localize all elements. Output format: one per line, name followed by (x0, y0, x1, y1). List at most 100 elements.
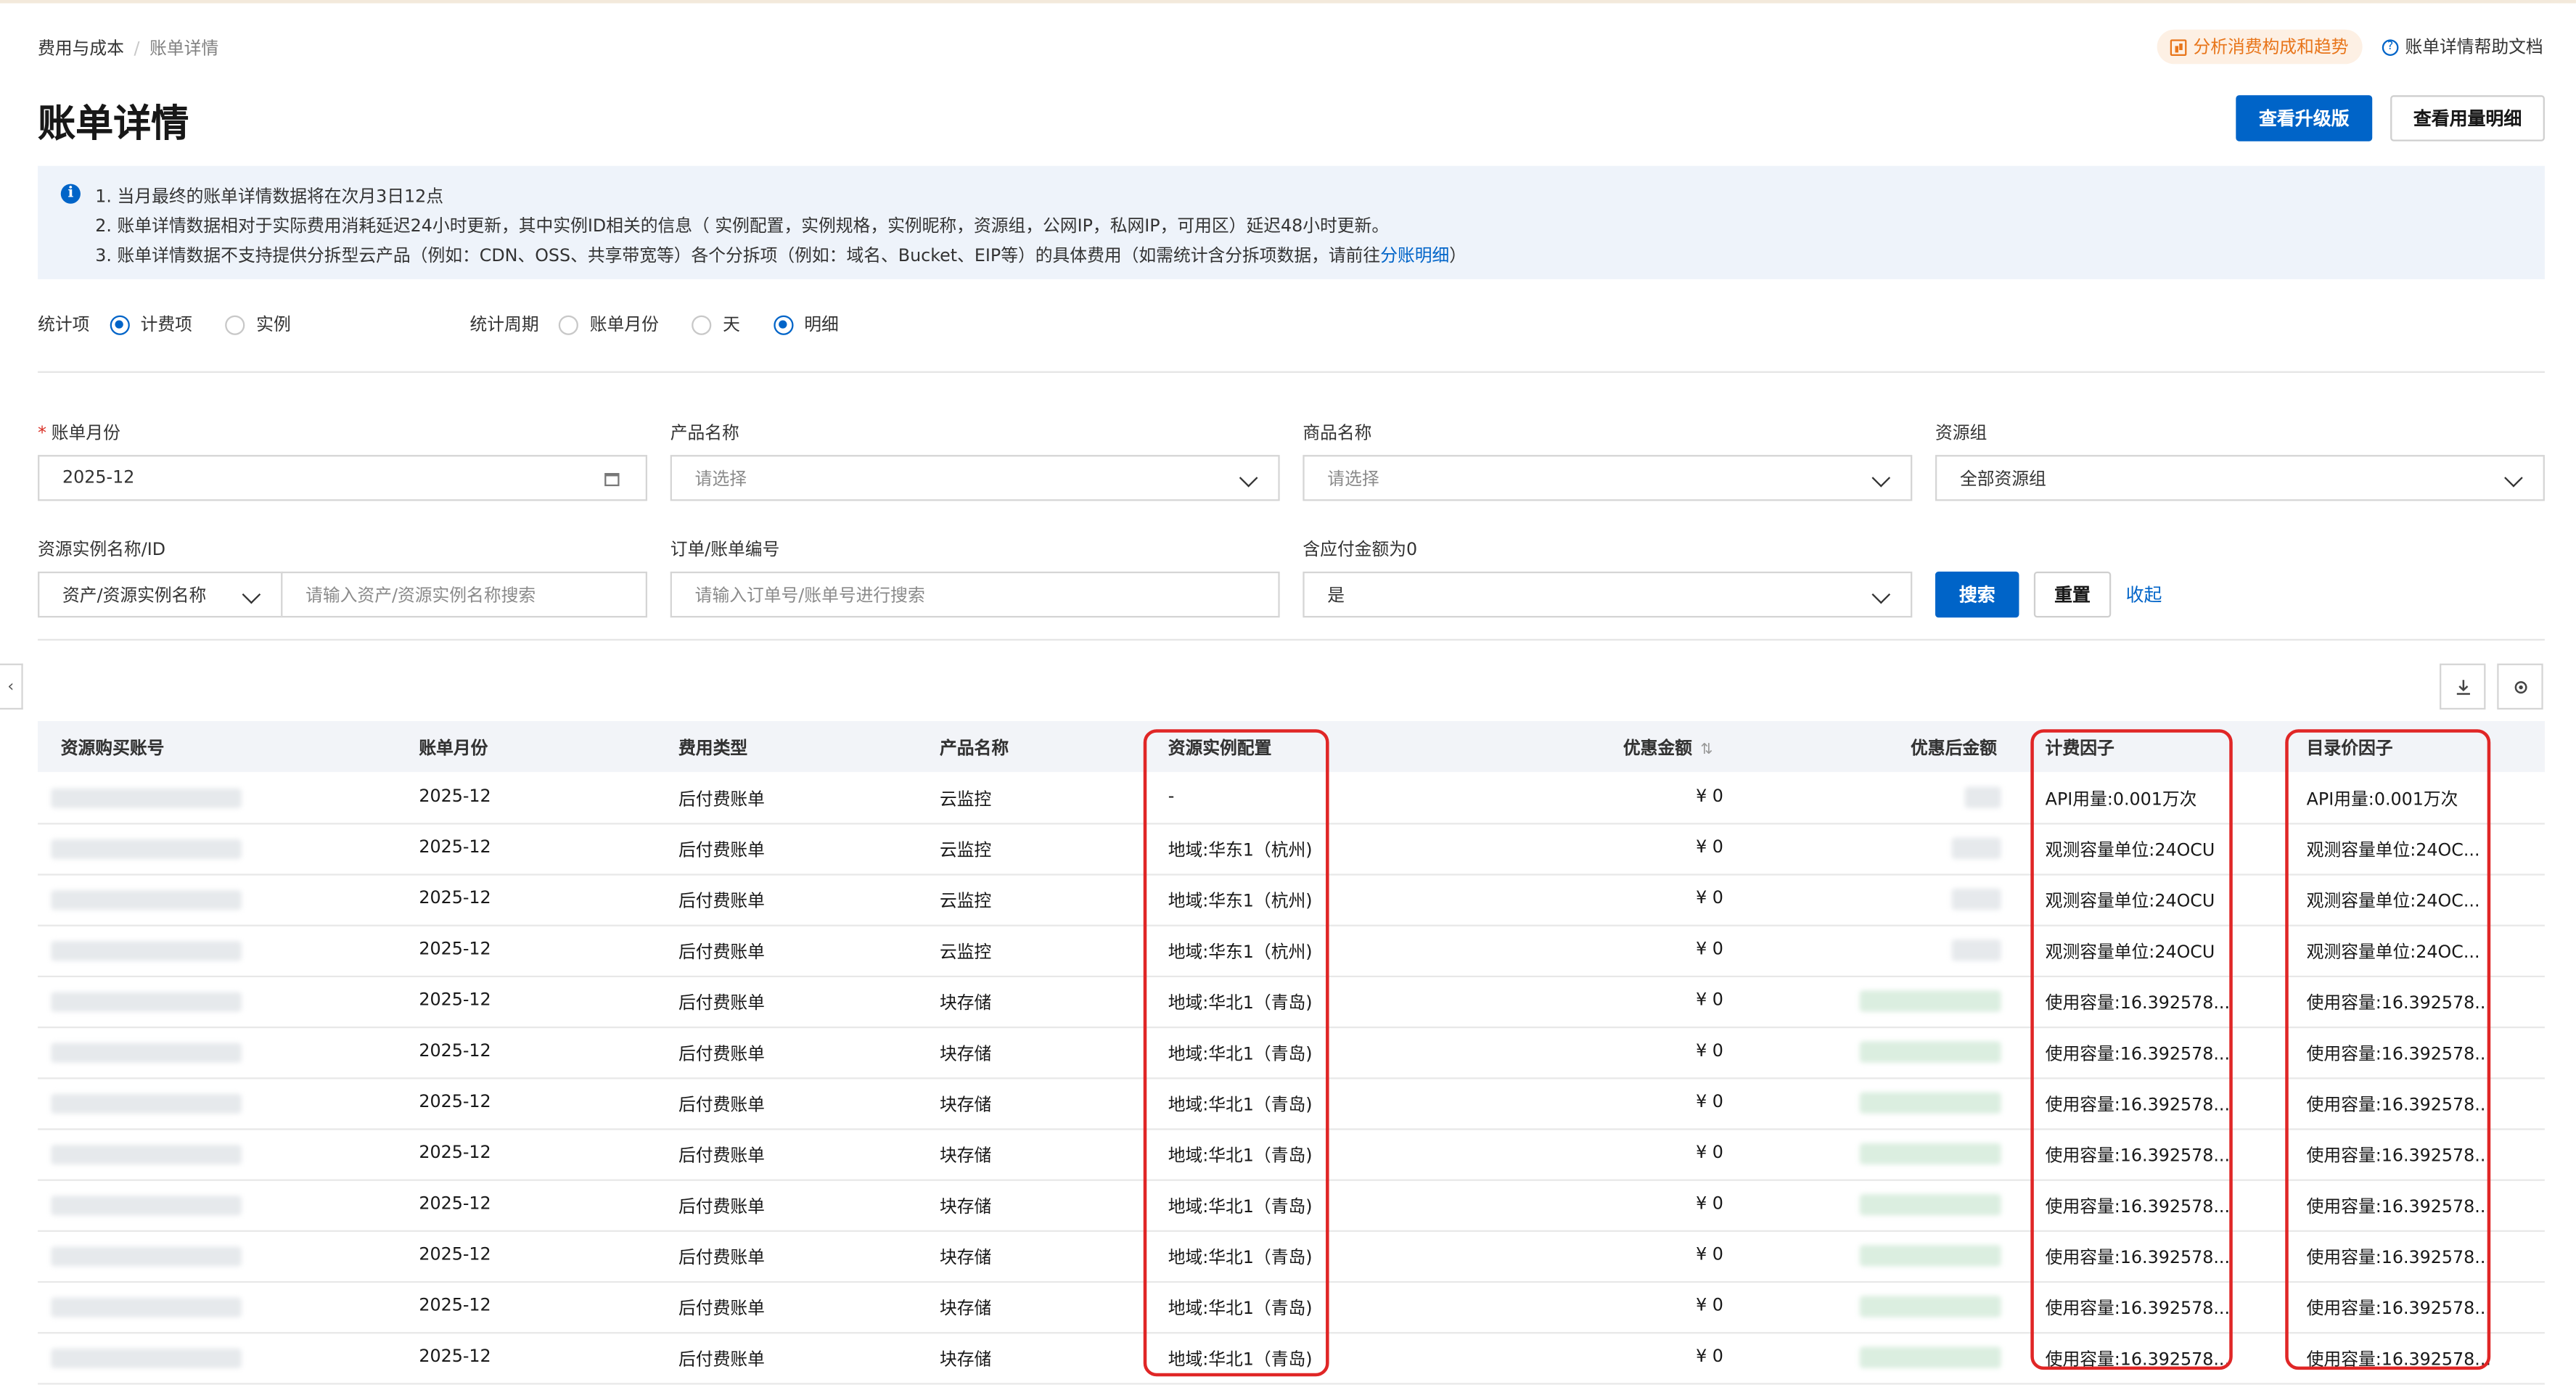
cell-product: 云监控 (940, 789, 992, 810)
bill-month-value: 2025-12 (62, 468, 135, 488)
instance-search-input[interactable]: 请输入资产/资源实例名称搜索 (281, 571, 648, 618)
order-search-placeholder: 请输入订单号/账单号进行搜索 (694, 585, 925, 606)
bill-month-label: * 账单月份 (38, 424, 120, 444)
col-discount[interactable]: 优惠金额 ⇅ (1623, 736, 1712, 760)
instance-type-select[interactable]: 资产/资源实例名称 (38, 571, 283, 618)
radio-instance[interactable]: 实例 (225, 312, 291, 337)
radio-detail[interactable]: 明细 (773, 312, 839, 337)
col-after-discount: 优惠后金额 (1911, 739, 1997, 759)
cell-product: 块存储 (940, 993, 992, 1013)
cell-month: 2025-12 (419, 1296, 491, 1316)
split-bill-link[interactable]: 分账明细 (1380, 247, 1449, 266)
breadcrumb-parent[interactable]: 费用与成本 (38, 36, 124, 61)
cell-fee-type: 后付费账单 (678, 1044, 765, 1065)
cell-discount: ¥ 0 (1696, 1041, 1723, 1061)
instance-label: 资源实例名称/ID (38, 540, 166, 561)
view-usage-button[interactable]: 查看用量明细 (2390, 95, 2545, 141)
redacted-amount (1859, 1296, 2001, 1317)
redacted-account (51, 1348, 242, 1368)
question-circle-icon: ? (2382, 38, 2399, 55)
cell-fee-type: 后付费账单 (678, 892, 765, 912)
chevron-down-icon (1871, 469, 1891, 488)
redacted-account (51, 1246, 242, 1267)
settings-button[interactable] (2497, 663, 2543, 710)
commodity-name-select[interactable]: 请选择 (1303, 455, 1913, 501)
cell-month: 2025-12 (419, 1346, 491, 1367)
reset-button[interactable]: 重置 (2033, 571, 2112, 618)
cell-product: 块存储 (940, 1299, 992, 1319)
stats-item-label: 统计项 (38, 315, 90, 335)
cell-month: 2025-12 (419, 1143, 491, 1163)
stats-period-label: 统计周期 (469, 315, 539, 335)
highlight-list-price-column (2285, 729, 2491, 1370)
cell-month: 2025-12 (419, 990, 491, 1011)
search-button[interactable]: 搜索 (1935, 571, 2019, 618)
help-doc-link[interactable]: ? 账单详情帮助文档 (2382, 35, 2543, 59)
radio-bill-month[interactable]: 账单月份 (558, 312, 659, 337)
sort-icon[interactable]: ⇅ (1700, 742, 1712, 759)
resource-group-label: 资源组 (1935, 424, 1988, 444)
zero-amount-select[interactable]: 是 (1303, 571, 1913, 618)
cell-fee-type: 后付费账单 (678, 1095, 765, 1116)
col-month: 账单月份 (419, 739, 488, 759)
commodity-name-label: 商品名称 (1303, 424, 1372, 444)
top-accent-line (0, 0, 2576, 4)
cell-discount: ¥ 0 (1696, 1193, 1723, 1214)
radio-billing-item[interactable]: 计费项 (109, 312, 192, 337)
cell-discount: ¥ 0 (1696, 1346, 1723, 1367)
download-button[interactable] (2440, 663, 2486, 710)
cell-month: 2025-12 (419, 1245, 491, 1265)
redacted-amount (1951, 837, 2001, 860)
redacted-amount (1859, 1041, 2001, 1063)
section-divider (38, 638, 2545, 641)
view-upgrade-button[interactable]: 查看升级版 (2236, 95, 2373, 141)
bill-month-picker[interactable]: 2025-12 (38, 455, 648, 501)
cell-fee-type: 后付费账单 (678, 993, 765, 1013)
help-doc-label: 账单详情帮助文档 (2405, 38, 2543, 58)
chevron-down-icon (242, 585, 261, 604)
redacted-amount (1859, 990, 2001, 1012)
zero-amount-value: 是 (1327, 585, 1345, 606)
highlight-billing-factor-column (2030, 729, 2233, 1370)
chevron-down-icon (1871, 585, 1891, 604)
redacted-account (51, 788, 242, 808)
col-account: 资源购买账号 (60, 739, 165, 759)
redacted-amount (1859, 1092, 2001, 1114)
collapse-link[interactable]: 收起 (2126, 581, 2162, 607)
col-product: 产品名称 (940, 739, 1009, 759)
zero-amount-label: 含应付金额为0 (1303, 540, 1418, 561)
notice-line-2: 2. 账单详情数据相对于实际费用消耗延迟24小时更新，其中实例ID相关的信息（ … (95, 216, 1390, 237)
cell-fee-type: 后付费账单 (678, 1248, 765, 1268)
cell-discount: ¥ 0 (1696, 939, 1723, 960)
cell-product: 云监控 (940, 841, 992, 861)
cell-month: 2025-12 (419, 939, 491, 960)
radio-detail-label: 明细 (804, 315, 839, 335)
redacted-account (51, 992, 242, 1012)
radio-dot (109, 314, 129, 334)
order-search-input[interactable]: 请输入订单号/账单号进行搜索 (670, 571, 1280, 618)
info-icon: i (60, 184, 81, 204)
product-name-select[interactable]: 请选择 (670, 455, 1280, 501)
radio-billing-item-label: 计费项 (140, 315, 192, 335)
radio-day[interactable]: 天 (692, 312, 740, 337)
analyze-trend-label: 分析消费构成和趋势 (2193, 38, 2349, 58)
col-discount-label: 优惠金额 (1623, 739, 1692, 759)
radio-dot (692, 314, 712, 334)
cell-discount: ¥ 0 (1696, 1296, 1723, 1316)
chevron-left-icon[interactable]: ‹ (0, 663, 23, 710)
cell-product: 块存储 (940, 1248, 992, 1268)
redacted-amount (1859, 1245, 2001, 1267)
notice-line-3-end: ） (1449, 246, 1467, 266)
product-name-label: 产品名称 (670, 424, 739, 444)
cell-month: 2025-12 (419, 786, 491, 807)
radio-dot (558, 314, 578, 334)
cell-product: 云监控 (940, 892, 992, 912)
cell-discount: ¥ 0 (1696, 1092, 1723, 1112)
analyze-trend-link[interactable]: 分析消费构成和趋势 (2157, 29, 2362, 65)
cell-month: 2025-12 (419, 837, 491, 858)
bar-chart-icon (2170, 38, 2187, 55)
instance-search-placeholder: 请输入资产/资源实例名称搜索 (305, 585, 536, 606)
download-icon (2456, 679, 2469, 694)
cell-fee-type: 后付费账单 (678, 1197, 765, 1217)
resource-group-select[interactable]: 全部资源组 (1935, 455, 2545, 501)
